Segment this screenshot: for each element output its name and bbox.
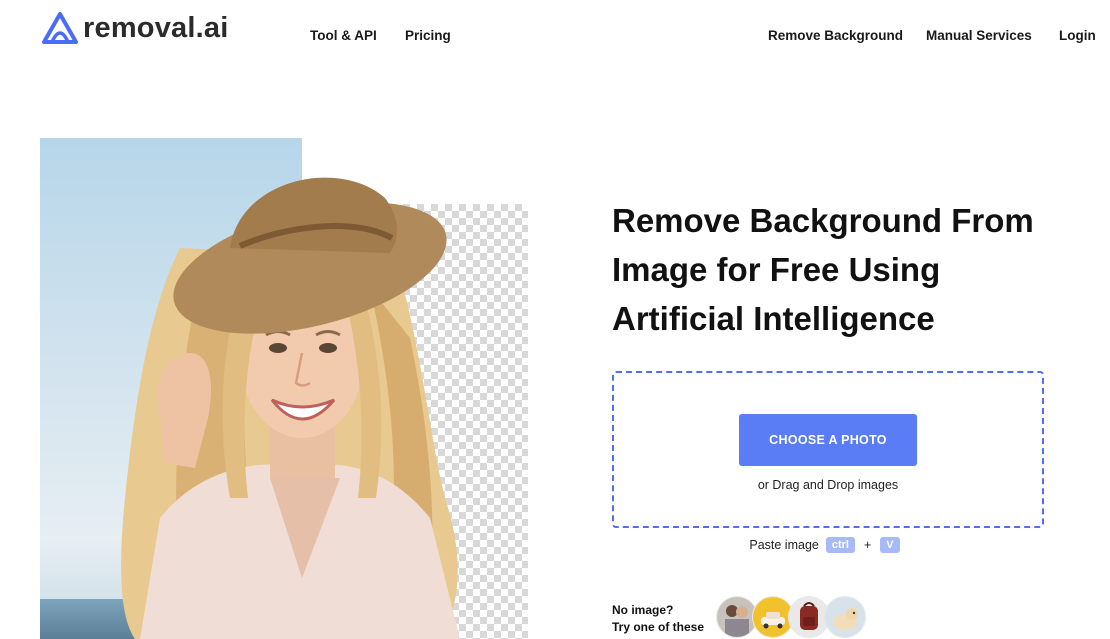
nav-manual-services[interactable]: Manual Services [926, 28, 1032, 43]
logo[interactable]: removal.ai [40, 8, 228, 48]
title-line-1: Remove Background From [612, 202, 1034, 239]
page-title: Remove Background From Image for Free Us… [612, 196, 1082, 343]
drag-drop-hint: or Drag and Drop images [757, 478, 899, 492]
no-image-line2: Try one of these [612, 620, 705, 634]
title-line-3: Artificial Intelligence [612, 300, 935, 337]
woman-with-hat-illustration [121, 177, 460, 639]
hero-image [40, 138, 530, 639]
removal-logo-icon [42, 12, 78, 44]
choose-photo-button[interactable]: CHOOSE A PHOTO [739, 414, 917, 466]
dog-photo-icon[interactable] [824, 596, 866, 638]
no-image-prompt: No image? Try one of these [612, 602, 704, 636]
v-key-badge: V [880, 537, 900, 553]
title-line-2: Image for Free Using [612, 251, 941, 288]
paste-label: Paste image [749, 538, 819, 552]
nav-remove-background[interactable]: Remove Background [768, 28, 903, 43]
nav-login[interactable]: Login [1059, 28, 1096, 43]
paste-hint: Paste image ctrl + V [612, 537, 1044, 553]
plus-sign: + [863, 538, 872, 552]
upload-dropzone[interactable]: CHOOSE A PHOTO or Drag and Drop images [612, 371, 1044, 528]
nav-tool-api[interactable]: Tool & API [310, 28, 377, 43]
logo-text: removal.ai [83, 11, 229, 44]
site-header: removal.ai Tool & API Pricing Remove Bac… [0, 0, 1110, 72]
ctrl-key-badge: ctrl [825, 537, 855, 553]
nav-pricing[interactable]: Pricing [405, 28, 451, 43]
no-image-line1: No image? [612, 603, 674, 617]
